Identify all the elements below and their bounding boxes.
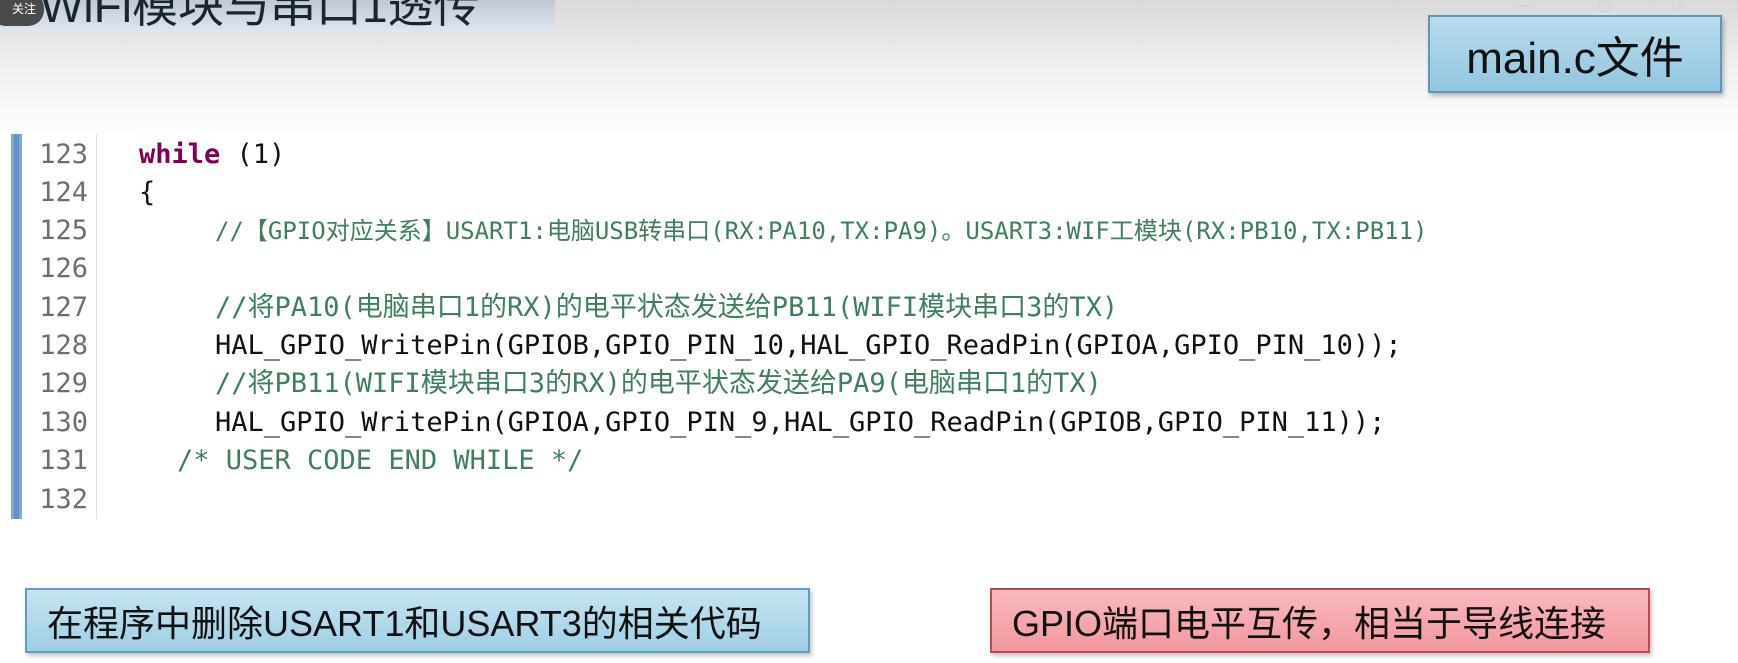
note-gpio-transfer: GPIO端口电平互传，相当于导线连接 bbox=[990, 588, 1650, 653]
line-number: 123 bbox=[39, 139, 88, 170]
code-comment: //将PA10(电脑串口1的RX)的电平状态发送给PB11(WIFI模块串口3的… bbox=[215, 292, 1119, 323]
code-rest: (1) bbox=[220, 139, 286, 170]
line-number: 132 bbox=[39, 484, 88, 515]
code-line: 127 //将PA10(电脑串口1的RX)的电平状态发送给PB11(WIFI模块… bbox=[24, 289, 1118, 327]
window-icon[interactable]: □ bbox=[1598, 0, 1611, 14]
line-number: 127 bbox=[39, 292, 88, 323]
line-number: 125 bbox=[39, 215, 88, 246]
code-line: 128 HAL_GPIO_WritePin(GPIOB,GPIO_PIN_10,… bbox=[24, 327, 1401, 365]
line-number: 126 bbox=[39, 253, 88, 284]
play-icon[interactable]: ▷ bbox=[1673, 0, 1684, 14]
file-name-label: main.c文件 bbox=[1428, 15, 1722, 93]
line-number: 130 bbox=[39, 407, 88, 438]
code-line: 126 bbox=[24, 250, 89, 288]
code-line: 123 while (1) bbox=[24, 136, 285, 174]
line-number: 128 bbox=[39, 330, 88, 361]
code-text: HAL_GPIO_WritePin(GPIOB,GPIO_PIN_10,HAL_… bbox=[215, 330, 1402, 361]
code-line: 125 //【GPIO对应关系】USART1:电脑USB转串口(RX:PA10,… bbox=[24, 212, 1427, 250]
gutter-separator bbox=[96, 134, 97, 519]
follow-button[interactable]: 关注 bbox=[0, 0, 44, 26]
code-line: 131 /* USER CODE END WHILE */ bbox=[24, 442, 583, 480]
line-number: 124 bbox=[39, 177, 88, 208]
line-number: 131 bbox=[39, 445, 88, 476]
keyword: while bbox=[139, 139, 221, 170]
note-remove-usart: 在程序中删除USART1和USART3的相关代码 bbox=[25, 588, 810, 653]
gutter-marker bbox=[11, 134, 22, 519]
minimize-icon[interactable]: — bbox=[1518, 0, 1532, 14]
code-line: 129 //将PB11(WIFI模块串口3的RX)的电平状态发送给PA9(电脑串… bbox=[24, 365, 1102, 403]
slide-title-bar: WiFi模块与串口1透传 bbox=[0, 0, 555, 32]
code-comment: //【GPIO对应关系】USART1:电脑USB转串口(RX:PA10,TX:P… bbox=[215, 217, 1428, 245]
code-text: while (1) bbox=[139, 136, 285, 174]
line-number: 129 bbox=[39, 368, 88, 399]
code-line: 130 HAL_GPIO_WritePin(GPIOA,GPIO_PIN_9,H… bbox=[24, 404, 1385, 442]
code-text: { bbox=[139, 177, 156, 208]
code-text: HAL_GPIO_WritePin(GPIOA,GPIO_PIN_9,HAL_G… bbox=[215, 407, 1386, 438]
code-line: 124 { bbox=[24, 174, 155, 212]
code-comment: /* USER CODE END WHILE */ bbox=[177, 445, 584, 476]
slide-title: WiFi模块与串口1透传 bbox=[40, 0, 480, 32]
code-line: 132 bbox=[24, 481, 89, 519]
code-comment: //将PB11(WIFI模块串口3的RX)的电平状态发送给PA9(电脑串口1的T… bbox=[215, 368, 1102, 399]
